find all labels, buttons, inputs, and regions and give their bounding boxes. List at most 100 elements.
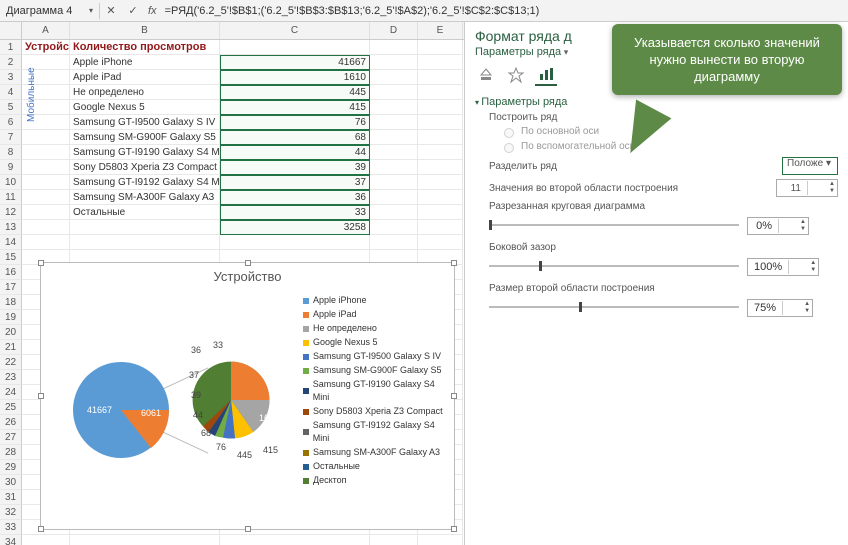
legend-item[interactable]: Десктоп [303, 474, 448, 487]
cell[interactable]: Samsung GT-I9192 Galaxy S4 Mini [70, 175, 220, 190]
cell[interactable] [370, 100, 418, 115]
cell[interactable]: 36 [220, 190, 370, 205]
cell[interactable]: Количество просмотров [70, 40, 220, 55]
gap-slider[interactable] [489, 259, 739, 273]
explode-slider[interactable] [489, 218, 739, 232]
row-header[interactable]: 9 [0, 160, 22, 175]
col-header[interactable]: A [22, 22, 70, 39]
cell[interactable] [370, 85, 418, 100]
cell[interactable]: 76 [220, 115, 370, 130]
cell[interactable] [370, 145, 418, 160]
row-header[interactable]: 26 [0, 415, 22, 430]
row-header[interactable]: 29 [0, 460, 22, 475]
legend-item[interactable]: Samsung GT-I9192 Galaxy S4 Mini [303, 419, 448, 445]
name-box[interactable]: Диаграмма 4 ▾ [0, 3, 100, 19]
row-header[interactable]: 25 [0, 400, 22, 415]
cell[interactable] [22, 145, 70, 160]
cell[interactable] [370, 220, 418, 235]
row-header[interactable]: 17 [0, 280, 22, 295]
cell[interactable] [22, 190, 70, 205]
cell[interactable]: Apple iPhone [70, 55, 220, 70]
cell[interactable]: Google Nexus 5 [70, 100, 220, 115]
legend-item[interactable]: Samsung SM-G900F Galaxy S5 [303, 364, 448, 377]
cell[interactable] [418, 220, 463, 235]
fx-icon[interactable]: fx [144, 5, 161, 17]
cell[interactable] [418, 145, 463, 160]
cell[interactable] [370, 115, 418, 130]
cell[interactable] [370, 235, 418, 250]
row-header[interactable]: 7 [0, 130, 22, 145]
legend-item[interactable]: Google Nexus 5 [303, 336, 448, 349]
cell[interactable] [418, 235, 463, 250]
row-header[interactable]: 4 [0, 85, 22, 100]
cell[interactable]: Samsung GT-I9500 Galaxy S IV [70, 115, 220, 130]
cell[interactable] [418, 205, 463, 220]
cell[interactable] [22, 235, 70, 250]
row-header[interactable]: 18 [0, 295, 22, 310]
legend-item[interactable]: Sony D5803 Xperia Z3 Compact [303, 405, 448, 418]
legend-item[interactable]: Samsung GT-I9190 Galaxy S4 Mini [303, 378, 448, 404]
cell[interactable] [418, 190, 463, 205]
row-header[interactable]: 2 [0, 55, 22, 70]
effects-icon[interactable] [505, 64, 527, 86]
chart-title[interactable]: Устройство [41, 263, 454, 290]
row-header[interactable]: 13 [0, 220, 22, 235]
cell[interactable] [418, 160, 463, 175]
row-header[interactable]: 5 [0, 100, 22, 115]
gap-value[interactable]: 100%▲▼ [747, 258, 819, 276]
cell[interactable]: 39 [220, 160, 370, 175]
cell[interactable] [418, 115, 463, 130]
cell[interactable]: Apple iPad [70, 70, 220, 85]
cell[interactable] [370, 160, 418, 175]
cell[interactable] [220, 40, 370, 55]
second-size-value[interactable]: 75%▲▼ [747, 299, 813, 317]
cell[interactable] [70, 220, 220, 235]
formula-input[interactable]: =РЯД('6.2_5'!$B$1;('6.2_5'!$B$3:$B$13;'6… [161, 3, 848, 19]
cell[interactable] [418, 100, 463, 115]
cell[interactable] [22, 205, 70, 220]
cell[interactable] [418, 85, 463, 100]
cell[interactable]: 68 [220, 130, 370, 145]
row-header[interactable]: 34 [0, 535, 22, 545]
legend-item[interactable]: Apple iPhone [303, 294, 448, 307]
row-header[interactable]: 31 [0, 490, 22, 505]
cell[interactable] [370, 40, 418, 55]
col-header[interactable]: E [418, 22, 463, 39]
embedded-chart[interactable]: Устройство 41667 6061 36 [40, 262, 455, 530]
cell[interactable]: Samsung SM-A300F Galaxy A3 [70, 190, 220, 205]
confirm-icon[interactable]: ✓ [122, 4, 144, 17]
row-header[interactable]: 11 [0, 190, 22, 205]
legend-item[interactable]: Samsung GT-I9500 Galaxy S IV [303, 350, 448, 363]
cell[interactable]: 445 [220, 85, 370, 100]
row-header[interactable]: 21 [0, 340, 22, 355]
row-header[interactable]: 3 [0, 70, 22, 85]
cell[interactable] [220, 535, 370, 545]
second-size-slider[interactable] [489, 300, 739, 314]
cell[interactable] [22, 535, 70, 545]
cell[interactable] [418, 130, 463, 145]
row-header[interactable]: 30 [0, 475, 22, 490]
cell[interactable] [370, 190, 418, 205]
cell[interactable] [418, 40, 463, 55]
legend-item[interactable]: Остальные [303, 460, 448, 473]
row-header[interactable]: 10 [0, 175, 22, 190]
cell[interactable] [22, 220, 70, 235]
cell[interactable]: Samsung GT-I9190 Galaxy S4 Mini [70, 145, 220, 160]
cell[interactable] [418, 535, 463, 545]
split-select[interactable]: Положе ▾ [782, 157, 838, 175]
cell[interactable]: 44 [220, 145, 370, 160]
cell[interactable] [70, 535, 220, 545]
cell[interactable]: 33 [220, 205, 370, 220]
col-header[interactable]: D [370, 22, 418, 39]
fill-icon[interactable] [475, 64, 497, 86]
cell[interactable] [22, 130, 70, 145]
row-header[interactable]: 23 [0, 370, 22, 385]
row-header[interactable]: 32 [0, 505, 22, 520]
explode-value[interactable]: 0%▲▼ [747, 217, 809, 235]
cell[interactable] [418, 70, 463, 85]
row-header[interactable]: 19 [0, 310, 22, 325]
row-header[interactable]: 28 [0, 445, 22, 460]
row-header[interactable]: 1 [0, 40, 22, 55]
chevron-down-icon[interactable]: ▾ [89, 6, 93, 15]
series-options-icon[interactable] [535, 64, 557, 86]
